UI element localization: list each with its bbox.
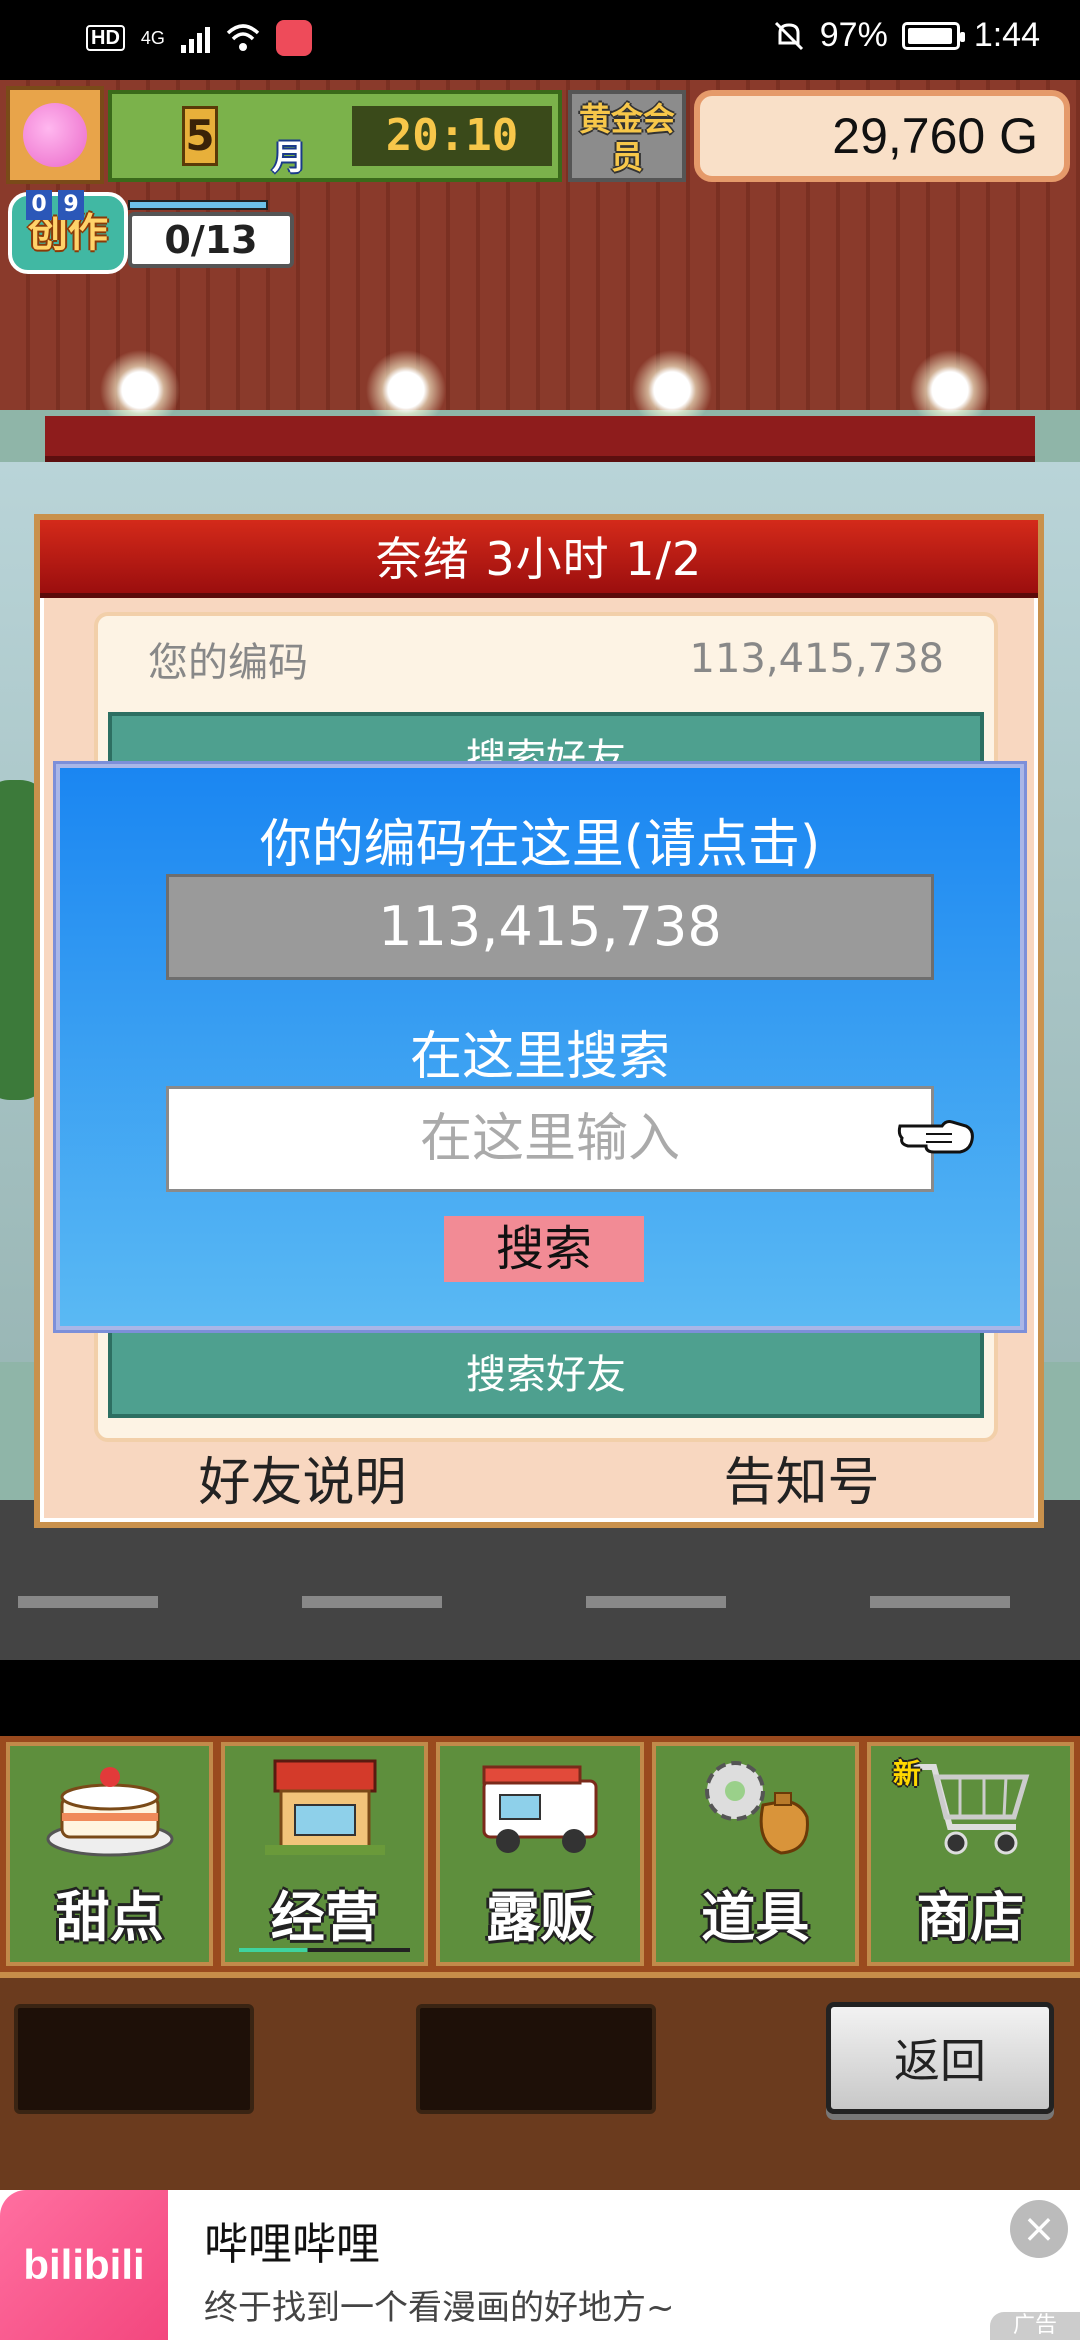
date-display: 5 月 20:10	[108, 90, 562, 182]
divider	[0, 1660, 1080, 1736]
notification-app-icon	[275, 20, 312, 56]
ad-title: 哔哩哔哩	[204, 2219, 380, 2270]
bilibili-logo: bilibili	[0, 2190, 168, 2340]
ad-banner[interactable]: bilibili 哔哩哔哩 终于找到一个看漫画的好地方~ × 广告	[0, 2190, 1080, 2340]
signal-icon	[180, 23, 210, 53]
menu-item-management[interactable]: 经营	[221, 1742, 429, 1966]
game-hud: 5 月 20:10 黄金会员 29,760 G	[0, 80, 1080, 200]
ad-description: 终于找到一个看漫画的好地方~	[204, 2288, 675, 2328]
tree-icon	[23, 103, 87, 167]
active-tab-indicator	[239, 1948, 411, 1952]
game-time: 20:10	[352, 106, 552, 166]
create-count: 0/13	[128, 212, 294, 268]
search-dialog: 你的编码在这里(请点击) 113,415,738 在这里搜索 搜索	[56, 764, 1024, 1330]
menu-label: 商店	[916, 1886, 1025, 1949]
create-level: 0 9	[26, 190, 84, 220]
dialog-title: 你的编码在这里(请点击)	[259, 815, 821, 875]
empty-slot	[14, 2004, 254, 2114]
panel-title: 奈绪 3小时 1/2	[40, 520, 1038, 598]
panel-links: 好友说明 告知号	[40, 1432, 1038, 1522]
money-display: 29,760 G	[694, 90, 1070, 182]
month-label: 月	[272, 138, 306, 178]
lower-toolbar: 返回	[0, 1972, 1080, 2190]
code-row: 您的编码 113,415,738	[98, 616, 994, 702]
code-label: 您的编码	[148, 640, 308, 686]
shop-awning	[45, 416, 1035, 462]
menu-label: 经营	[270, 1886, 379, 1949]
gear-sack-icon	[705, 1761, 810, 1855]
cake-icon	[46, 1767, 174, 1857]
clock: 1:44	[973, 16, 1040, 54]
search-button[interactable]: 搜索	[444, 1216, 644, 1282]
my-code-button[interactable]: 113,415,738	[166, 874, 934, 980]
menu-item-store[interactable]: 新 商店	[866, 1742, 1075, 1966]
create-level-digit: 0	[26, 190, 52, 220]
new-badge: 新	[892, 1757, 921, 1790]
menu-item-food-truck[interactable]: 露贩	[436, 1742, 644, 1966]
create-level-digit: 9	[58, 190, 84, 220]
network-type: 4G	[140, 28, 165, 48]
menu-label: 甜点	[55, 1886, 164, 1949]
menu-label: 露贩	[486, 1886, 594, 1949]
close-icon[interactable]: ×	[1010, 2200, 1068, 2258]
empty-slot	[416, 2004, 656, 2114]
menu-item-dessert[interactable]: 甜点	[6, 1742, 214, 1966]
month-number: 5	[182, 106, 218, 166]
mute-bell-icon	[774, 21, 803, 50]
lane-marking	[870, 1596, 1010, 1608]
bottom-menu: 甜点 经营 露贩 道具 新 商店	[0, 1736, 1080, 1972]
status-left: HD 4G	[86, 20, 312, 56]
search-heading: 在这里搜索	[409, 1027, 670, 1087]
lane-marking	[302, 1596, 442, 1608]
shop-building-icon	[264, 1759, 385, 1855]
notice-link[interactable]: 告知号	[723, 1440, 879, 1515]
pointing-hand-icon	[897, 1120, 974, 1154]
search-friend-label: 搜索好友	[466, 1352, 626, 1398]
status-right: 97% 1:44	[772, 16, 1040, 55]
code-value: 113,415,738	[689, 636, 944, 682]
food-truck-icon	[482, 1765, 598, 1853]
gold-member-badge[interactable]: 黄金会员	[568, 90, 686, 182]
menu-label: 道具	[701, 1886, 810, 1949]
ad-tag: 广告	[990, 2312, 1080, 2340]
menu-item-items[interactable]: 道具	[651, 1742, 859, 1966]
battery-icon	[901, 21, 965, 50]
battery-percent: 97%	[819, 16, 888, 54]
status-bar: HD 4G 97% 1:44	[0, 0, 1080, 80]
wifi-icon	[226, 24, 260, 51]
shop-avatar[interactable]	[6, 86, 104, 184]
back-button[interactable]: 返回	[826, 2002, 1054, 2114]
create-progress-bar	[128, 200, 268, 210]
hd-badge: HD	[86, 25, 125, 51]
search-input[interactable]	[166, 1086, 934, 1192]
friend-explain-link[interactable]: 好友说明	[198, 1440, 406, 1515]
lane-marking	[586, 1596, 726, 1608]
shopping-cart-icon	[914, 1764, 1030, 1855]
lane-marking	[18, 1596, 158, 1608]
